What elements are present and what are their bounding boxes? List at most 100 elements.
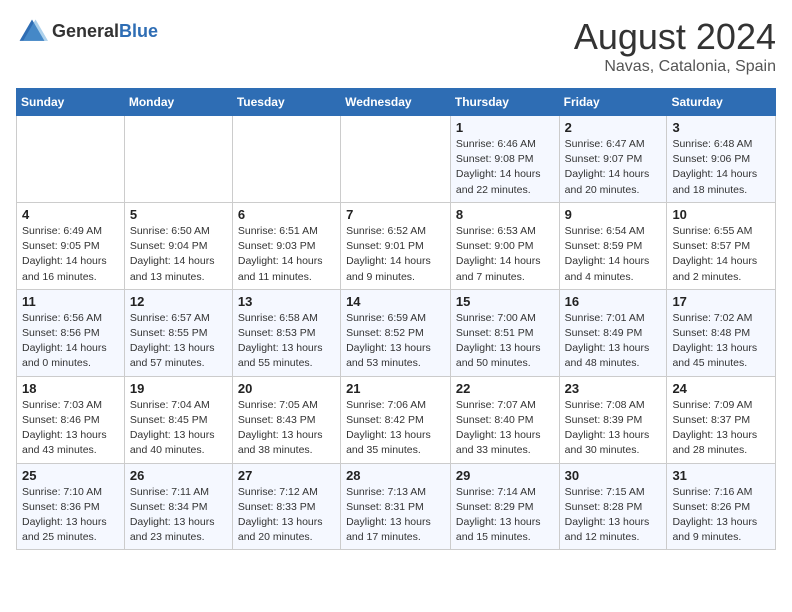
calendar-cell: 21 Sunrise: 7:06 AMSunset: 8:42 PMDayligh… bbox=[341, 376, 451, 463]
calendar-cell: 27 Sunrise: 7:12 AMSunset: 8:33 PMDayligh… bbox=[232, 463, 340, 550]
day-info: Sunrise: 7:11 AMSunset: 8:34 PMDaylight:… bbox=[130, 485, 227, 546]
weekday-header-thursday: Thursday bbox=[450, 89, 559, 116]
day-info: Sunrise: 6:57 AMSunset: 8:55 PMDaylight:… bbox=[130, 311, 227, 372]
weekday-row: SundayMondayTuesdayWednesdayThursdayFrid… bbox=[17, 89, 776, 116]
day-info: Sunrise: 7:04 AMSunset: 8:45 PMDaylight:… bbox=[130, 398, 227, 459]
day-number: 21 bbox=[346, 381, 445, 396]
day-info: Sunrise: 7:03 AMSunset: 8:46 PMDaylight:… bbox=[22, 398, 119, 459]
calendar-cell: 14Sunrise: 6:59 AMSunset: 8:52 PMDayligh… bbox=[341, 289, 451, 376]
day-info: Sunrise: 7:06 AMSunset: 8:42 PMDaylight:… bbox=[346, 398, 445, 459]
calendar-cell: 10Sunrise: 6:55 AMSunset: 8:57 PMDayligh… bbox=[667, 202, 776, 289]
day-info: Sunrise: 6:56 AMSunset: 8:56 PMDaylight:… bbox=[22, 311, 119, 372]
calendar-cell: 20 Sunrise: 7:05 AMSunset: 8:43 PMDayligh… bbox=[232, 376, 340, 463]
calendar-cell: 17Sunrise: 7:02 AMSunset: 8:48 PMDayligh… bbox=[667, 289, 776, 376]
calendar-cell: 23 Sunrise: 7:08 AMSunset: 8:39 PMDayligh… bbox=[559, 376, 667, 463]
day-info: Sunrise: 6:46 AMSunset: 9:08 PMDaylight:… bbox=[456, 137, 554, 198]
day-number: 29 bbox=[456, 468, 554, 483]
day-number: 4 bbox=[22, 207, 119, 222]
calendar-cell: 24 Sunrise: 7:09 AMSunset: 8:37 PMDayligh… bbox=[667, 376, 776, 463]
calendar-header: SundayMondayTuesdayWednesdayThursdayFrid… bbox=[17, 89, 776, 116]
day-number: 7 bbox=[346, 207, 445, 222]
day-info: Sunrise: 6:52 AMSunset: 9:01 PMDaylight:… bbox=[346, 224, 445, 285]
weekday-header-monday: Monday bbox=[124, 89, 232, 116]
day-info: Sunrise: 7:14 AMSunset: 8:29 PMDaylight:… bbox=[456, 485, 554, 546]
calendar-cell: 3 Sunrise: 6:48 AMSunset: 9:06 PMDaylight… bbox=[667, 116, 776, 203]
day-number: 17 bbox=[672, 294, 770, 309]
day-info: Sunrise: 6:48 AMSunset: 9:06 PMDaylight:… bbox=[672, 137, 770, 198]
calendar-cell: 28 Sunrise: 7:13 AMSunset: 8:31 PMDayligh… bbox=[341, 463, 451, 550]
calendar-cell: 26 Sunrise: 7:11 AMSunset: 8:34 PMDayligh… bbox=[124, 463, 232, 550]
logo-text-general: General bbox=[52, 21, 119, 41]
day-info: Sunrise: 6:58 AMSunset: 8:53 PMDaylight:… bbox=[238, 311, 335, 372]
day-number: 5 bbox=[130, 207, 227, 222]
day-info: Sunrise: 7:13 AMSunset: 8:31 PMDaylight:… bbox=[346, 485, 445, 546]
calendar-cell: 16Sunrise: 7:01 AMSunset: 8:49 PMDayligh… bbox=[559, 289, 667, 376]
day-number: 20 bbox=[238, 381, 335, 396]
day-number: 12 bbox=[130, 294, 227, 309]
calendar-cell bbox=[341, 116, 451, 203]
calendar-cell: 7 Sunrise: 6:52 AMSunset: 9:01 PMDaylight… bbox=[341, 202, 451, 289]
day-number: 31 bbox=[672, 468, 770, 483]
day-info: Sunrise: 7:12 AMSunset: 8:33 PMDaylight:… bbox=[238, 485, 335, 546]
calendar-cell: 13 Sunrise: 6:58 AMSunset: 8:53 PMDayligh… bbox=[232, 289, 340, 376]
calendar-cell: 4Sunrise: 6:49 AMSunset: 9:05 PMDaylight… bbox=[17, 202, 125, 289]
day-info: Sunrise: 7:07 AMSunset: 8:40 PMDaylight:… bbox=[456, 398, 554, 459]
day-info: Sunrise: 6:53 AMSunset: 9:00 PMDaylight:… bbox=[456, 224, 554, 285]
day-number: 26 bbox=[130, 468, 227, 483]
day-number: 13 bbox=[238, 294, 335, 309]
calendar-cell: 12 Sunrise: 6:57 AMSunset: 8:55 PMDayligh… bbox=[124, 289, 232, 376]
calendar-cell: 29 Sunrise: 7:14 AMSunset: 8:29 PMDayligh… bbox=[450, 463, 559, 550]
day-number: 1 bbox=[456, 120, 554, 135]
calendar-cell: 30Sunrise: 7:15 AMSunset: 8:28 PMDayligh… bbox=[559, 463, 667, 550]
calendar-week-1: 1 Sunrise: 6:46 AMSunset: 9:08 PMDaylight… bbox=[17, 116, 776, 203]
logo-icon bbox=[16, 16, 48, 48]
day-info: Sunrise: 6:50 AMSunset: 9:04 PMDaylight:… bbox=[130, 224, 227, 285]
logo: GeneralBlue bbox=[16, 16, 158, 48]
calendar-cell: 1 Sunrise: 6:46 AMSunset: 9:08 PMDaylight… bbox=[450, 116, 559, 203]
calendar-cell: 8 Sunrise: 6:53 AMSunset: 9:00 PMDaylight… bbox=[450, 202, 559, 289]
day-number: 10 bbox=[672, 207, 770, 222]
calendar-cell: 22 Sunrise: 7:07 AMSunset: 8:40 PMDayligh… bbox=[450, 376, 559, 463]
day-info: Sunrise: 6:54 AMSunset: 8:59 PMDaylight:… bbox=[565, 224, 662, 285]
day-number: 15 bbox=[456, 294, 554, 309]
calendar-cell bbox=[232, 116, 340, 203]
calendar-cell bbox=[124, 116, 232, 203]
day-number: 28 bbox=[346, 468, 445, 483]
weekday-header-sunday: Sunday bbox=[17, 89, 125, 116]
calendar-week-3: 11 Sunrise: 6:56 AMSunset: 8:56 PMDayligh… bbox=[17, 289, 776, 376]
day-number: 19 bbox=[130, 381, 227, 396]
calendar-cell: 15 Sunrise: 7:00 AMSunset: 8:51 PMDayligh… bbox=[450, 289, 559, 376]
day-info: Sunrise: 7:05 AMSunset: 8:43 PMDaylight:… bbox=[238, 398, 335, 459]
weekday-header-friday: Friday bbox=[559, 89, 667, 116]
calendar-week-4: 18 Sunrise: 7:03 AMSunset: 8:46 PMDayligh… bbox=[17, 376, 776, 463]
day-number: 9 bbox=[565, 207, 662, 222]
day-info: Sunrise: 7:10 AMSunset: 8:36 PMDaylight:… bbox=[22, 485, 119, 546]
day-number: 30 bbox=[565, 468, 662, 483]
calendar-cell: 9 Sunrise: 6:54 AMSunset: 8:59 PMDaylight… bbox=[559, 202, 667, 289]
weekday-header-tuesday: Tuesday bbox=[232, 89, 340, 116]
calendar-cell: 18 Sunrise: 7:03 AMSunset: 8:46 PMDayligh… bbox=[17, 376, 125, 463]
day-number: 3 bbox=[672, 120, 770, 135]
calendar-cell: 25Sunrise: 7:10 AMSunset: 8:36 PMDayligh… bbox=[17, 463, 125, 550]
day-number: 11 bbox=[22, 294, 119, 309]
calendar-cell bbox=[17, 116, 125, 203]
page-header: GeneralBlue August 2024 Navas, Catalonia… bbox=[16, 16, 776, 76]
day-info: Sunrise: 7:09 AMSunset: 8:37 PMDaylight:… bbox=[672, 398, 770, 459]
calendar-cell: 31Sunrise: 7:16 AMSunset: 8:26 PMDayligh… bbox=[667, 463, 776, 550]
day-info: Sunrise: 7:08 AMSunset: 8:39 PMDaylight:… bbox=[565, 398, 662, 459]
title-block: August 2024 Navas, Catalonia, Spain bbox=[574, 16, 776, 76]
day-number: 24 bbox=[672, 381, 770, 396]
day-number: 22 bbox=[456, 381, 554, 396]
calendar-title: August 2024 bbox=[574, 16, 776, 58]
day-number: 2 bbox=[565, 120, 662, 135]
calendar-week-2: 4Sunrise: 6:49 AMSunset: 9:05 PMDaylight… bbox=[17, 202, 776, 289]
calendar-subtitle: Navas, Catalonia, Spain bbox=[574, 58, 776, 76]
day-number: 6 bbox=[238, 207, 335, 222]
day-number: 18 bbox=[22, 381, 119, 396]
day-number: 8 bbox=[456, 207, 554, 222]
day-number: 27 bbox=[238, 468, 335, 483]
day-info: Sunrise: 7:00 AMSunset: 8:51 PMDaylight:… bbox=[456, 311, 554, 372]
day-number: 23 bbox=[565, 381, 662, 396]
calendar-table: SundayMondayTuesdayWednesdayThursdayFrid… bbox=[16, 88, 776, 550]
day-info: Sunrise: 6:51 AMSunset: 9:03 PMDaylight:… bbox=[238, 224, 335, 285]
